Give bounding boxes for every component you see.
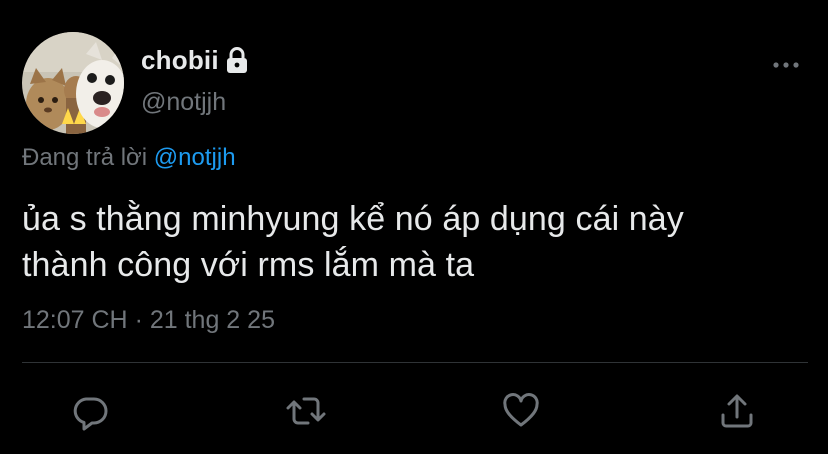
tweet-date: 21 thg 2 25 [149,306,275,334]
like-button[interactable] [499,389,543,433]
user-name-row: chobii [141,42,250,78]
divider [22,362,808,363]
replying-to-label: Đang trả lời [22,144,148,171]
share-icon [717,391,757,431]
tweet-text: ủa s thằng minhyung kể nó áp dụng cái nà… [22,196,812,288]
like-icon [501,391,541,431]
reply-icon [70,391,110,431]
replying-to-mention[interactable]: @notjjh [154,144,236,171]
tweet-card: chobii @notjjh Đang trả lời @notjjh ủa s… [0,0,828,454]
more-options-icon[interactable] [770,55,802,75]
user-handle[interactable]: @notjjh [141,88,226,117]
lock-icon [224,46,250,74]
retweet-button[interactable] [284,389,328,433]
avatar-image [22,32,124,134]
tweet-time: 12:07 CH [22,306,128,334]
share-button[interactable] [715,389,759,433]
tweet-text-line-2: thành công với rms lắm mà ta [22,246,475,284]
reply-button[interactable] [68,389,112,433]
replying-to: Đang trả lời @notjjh [22,144,236,172]
avatar[interactable] [22,32,124,134]
meta-separator: · [134,306,143,334]
display-name[interactable]: chobii [141,45,219,76]
tweet-text-line-1: ủa s thằng minhyung kể nó áp dụng cái nà… [22,200,684,238]
retweet-icon [284,391,328,431]
tweet-timestamp[interactable]: 12:07 CH · 21 thg 2 25 [22,306,275,335]
